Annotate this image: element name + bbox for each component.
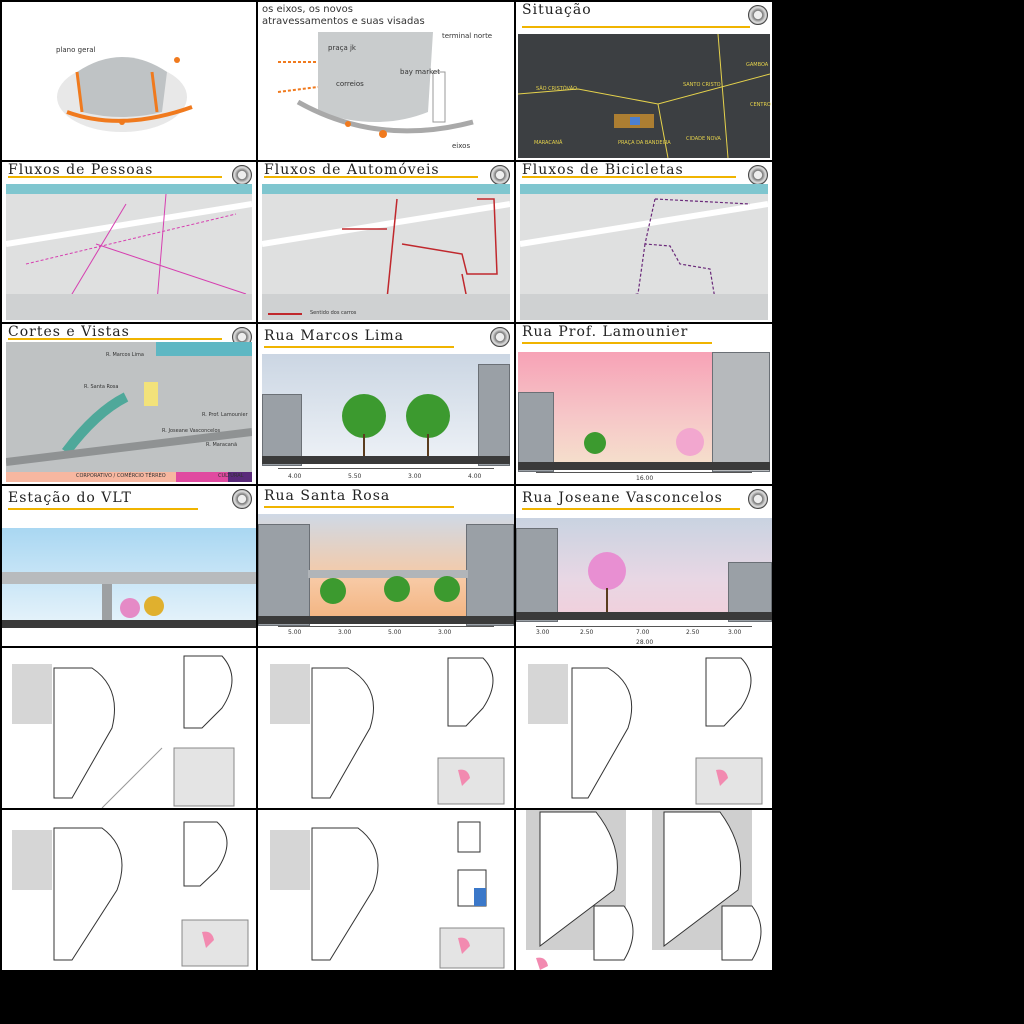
santa-rosa-rule [264, 506, 454, 508]
place-gamboa: GAMBOA [746, 62, 769, 68]
eixos-label-bay: bay market [400, 68, 440, 76]
cut-label-2: R. Santa Rosa [84, 384, 119, 390]
panel-estacao-vlt: Estação do VLT [2, 486, 256, 646]
logo-icon [748, 5, 768, 25]
santa-rosa-title: Rua Santa Rosa [264, 488, 391, 504]
marcos-lima-dims: 4.00 5.50 3.00 4.00 [278, 468, 494, 484]
eixos-label-correios: correios [336, 80, 364, 88]
place-maracana: MARACANÃ [534, 140, 563, 146]
panel-floorplan-2 [258, 648, 514, 808]
joseane-title: Rua Joseane Vasconcelos [522, 490, 723, 506]
cut-label-1: R. Marcos Lima [106, 352, 144, 358]
fluxos-bicicletas-map [520, 184, 768, 320]
floorplan-drawing [311, 657, 505, 805]
panel-eixos: os eixos, os novos atravessamentos e sua… [258, 2, 514, 160]
panel-rua-lamounier: Rua Prof. Lamounier 16.00 [516, 324, 772, 484]
marcos-lima-title: Rua Marcos Lima [264, 328, 405, 344]
panel-cortes-vistas: Cortes e Vistas CORPORATIVO / COMÉRCIO T… [2, 324, 256, 484]
cut-label-5: R. Maracanã [206, 442, 238, 448]
fluxos-pessoas-rule [8, 176, 222, 178]
estacao-vlt-rule [8, 508, 198, 510]
situacao-aerial: SÃO CRISTÓVÃO SANTO CRISTO GAMBOA CENTRO… [518, 34, 771, 158]
cortes-vistas-rule [8, 338, 222, 340]
panel-plano-geral: plano geral [2, 2, 256, 160]
legend-cultural: CULTURAL [218, 473, 244, 479]
logo-icon [232, 489, 252, 509]
fluxos-automoveis-rule [264, 176, 478, 178]
joseane-scene [516, 518, 772, 622]
floorplan-drawing [571, 657, 763, 805]
plano-geral-map [57, 57, 193, 132]
place-centro: CENTRO [750, 102, 771, 108]
situacao-title: Situação [522, 2, 592, 18]
logo-icon [490, 165, 510, 185]
panel-situacao: Situação SÃO CRISTÓVÃO SANTO CRISTO GAMB… [516, 2, 772, 160]
logo-icon [748, 489, 768, 509]
panel-fluxos-automoveis: Fluxos de Automóveis Sentido dos carros [258, 162, 514, 322]
logo-icon [490, 327, 510, 347]
eixos-label-eixos: eixos [452, 142, 471, 150]
floorplan-drawing [311, 821, 505, 969]
cortes-map: CORPORATIVO / COMÉRCIO TÉRREO CULTURAL R… [6, 342, 252, 482]
eixos-map [277, 32, 474, 138]
fluxos-pessoas-map [6, 184, 252, 320]
panel-rua-marcos-lima: Rua Marcos Lima 4.00 5.50 3.00 4.00 [258, 324, 514, 484]
floorplan-drawing [53, 655, 235, 808]
panel-fluxos-pessoas: Fluxos de Pessoas [2, 162, 256, 322]
panel-floorplan-1 [2, 648, 256, 808]
eixos-label-praca: praça jk [328, 44, 356, 52]
floorplan-drawing [53, 821, 249, 967]
place-sao-cristovao: SÃO CRISTÓVÃO [536, 86, 578, 92]
panel-floorplan-5 [258, 810, 514, 970]
estacao-vlt-title: Estação do VLT [8, 490, 132, 506]
lamounier-title: Rua Prof. Lamounier [522, 324, 689, 340]
estacao-vlt-scene [2, 528, 256, 628]
lamounier-rule [522, 342, 712, 344]
place-cidade-nova: CIDADE NOVA [686, 136, 721, 142]
floorplan-drawing [526, 810, 762, 970]
fluxos-automoveis-map: Sentido dos carros [262, 184, 510, 320]
joseane-rule [522, 508, 740, 510]
legend-corporativo: CORPORATIVO / COMÉRCIO TÉRREO [76, 473, 166, 479]
santa-rosa-scene [258, 514, 514, 626]
place-praca-bandeira: PRAÇA DA BANDEIRA [618, 140, 671, 146]
place-santo-cristo: SANTO CRISTO [683, 82, 721, 88]
panel-floorplan-6 [516, 810, 772, 970]
cut-label-4: R. Joseane Vasconcelos [162, 428, 221, 434]
cut-label-3: R. Prof. Lamounier [202, 412, 248, 418]
panel-fluxos-bicicletas: Fluxos de Bicicletas [516, 162, 772, 322]
panel-floorplan-3 [516, 648, 772, 808]
marcos-lima-rule [264, 346, 454, 348]
logo-icon [232, 165, 252, 185]
automoveis-legend: Sentido dos carros [310, 310, 357, 316]
situacao-rule [522, 26, 750, 28]
marcos-lima-scene [262, 354, 510, 466]
santa-rosa-dims: 5.00 3.00 5.00 3.00 [278, 626, 494, 646]
lamounier-scene [518, 352, 770, 472]
lamounier-dims: 16.00 [536, 472, 752, 484]
eixos-label-terminal: terminal norte [442, 32, 493, 40]
panel-rua-joseane: Rua Joseane Vasconcelos 3.00 2.50 7.00 2… [516, 486, 772, 646]
fluxos-bicicletas-rule [522, 176, 736, 178]
logo-icon [748, 165, 768, 185]
panel-rua-santa-rosa: Rua Santa Rosa 5.00 3.00 5.00 3.00 [258, 486, 514, 646]
panel-floorplan-4 [2, 810, 256, 970]
joseane-dims: 3.00 2.50 7.00 2.50 3.00 28.00 [536, 626, 752, 646]
